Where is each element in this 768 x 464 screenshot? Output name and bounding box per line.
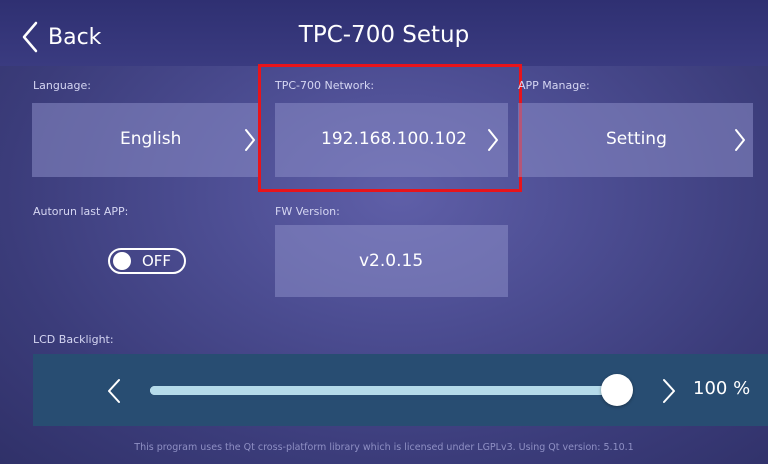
app-manage-tile[interactable]: Setting xyxy=(518,103,753,177)
firmware-tile: v2.0.15 xyxy=(275,225,508,297)
increase-backlight-button[interactable] xyxy=(662,378,676,408)
language-tile[interactable]: English xyxy=(32,103,258,177)
firmware-label: FW Version: xyxy=(275,205,340,218)
firmware-value: v2.0.15 xyxy=(359,251,424,271)
header-bar: Back TPC-700 Setup xyxy=(0,0,768,66)
toggle-knob xyxy=(113,252,131,270)
autorun-toggle[interactable]: OFF xyxy=(108,248,186,274)
backlight-slider-thumb[interactable] xyxy=(601,374,633,406)
backlight-label: LCD Backlight: xyxy=(33,333,114,346)
language-value: English xyxy=(120,129,182,149)
network-highlight-box xyxy=(258,64,522,192)
backlight-slider-fill xyxy=(150,386,617,395)
license-footer: This program uses the Qt cross-platform … xyxy=(134,442,634,453)
chevron-right-icon xyxy=(734,128,746,157)
app-manage-value: Setting xyxy=(606,129,667,149)
chevron-left-icon xyxy=(107,379,121,408)
autorun-state: OFF xyxy=(142,252,172,270)
chevron-right-icon xyxy=(662,379,676,408)
decrease-backlight-button[interactable] xyxy=(107,378,121,408)
backlight-value: 100 % xyxy=(693,378,751,399)
backlight-slider-track[interactable] xyxy=(150,386,620,395)
page-title: TPC-700 Setup xyxy=(298,22,470,48)
app-manage-label: APP Manage: xyxy=(518,79,590,92)
autorun-label: Autorun last APP: xyxy=(33,205,129,218)
language-label: Language: xyxy=(33,79,91,92)
chevron-right-icon xyxy=(244,128,256,157)
